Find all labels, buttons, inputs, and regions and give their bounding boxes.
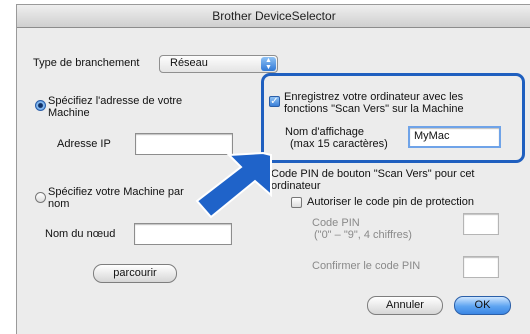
pin-code-hint: ("0" – "9", 4 chiffres) xyxy=(314,229,412,241)
pin-code-input[interactable] xyxy=(463,213,499,235)
dialog-window: Brother DeviceSelector Type de brancheme… xyxy=(16,4,530,334)
pin-protection-checkbox[interactable] xyxy=(291,197,302,208)
pin-confirm-label: Confirmer le code PIN xyxy=(312,260,421,272)
display-name-hint: (max 15 caractères) xyxy=(290,138,388,150)
window-title: Brother DeviceSelector xyxy=(212,9,336,23)
connection-type-select[interactable]: Réseau ▲ ▼ xyxy=(159,55,278,73)
radio-specify-name-label-2: nom xyxy=(48,198,70,210)
radio-specify-address-label-2: Machine xyxy=(48,107,90,119)
display-name-input[interactable]: MyMac xyxy=(408,126,501,148)
checkmark-icon: ✓ xyxy=(270,96,279,107)
connection-type-value: Réseau xyxy=(170,57,208,69)
register-scan-to-label-2: fonctions "Scan Vers" sur la Machine xyxy=(284,103,464,115)
pin-protection-label: Autoriser le code pin de protection xyxy=(307,196,474,208)
display-name-label: Nom d'affichage xyxy=(285,126,364,138)
radio-specify-name[interactable] xyxy=(35,192,46,203)
popup-arrows-icon: ▲ ▼ xyxy=(261,57,276,71)
node-name-input[interactable] xyxy=(134,223,232,245)
pin-code-label: Code PIN xyxy=(312,217,360,229)
radio-specify-address[interactable] xyxy=(35,100,46,111)
register-scan-to-label-1: Enregistrez votre ordinateur avec les xyxy=(284,91,464,103)
pin-confirm-input[interactable] xyxy=(463,256,499,278)
display-name-value: MyMac xyxy=(414,130,450,142)
radio-specify-name-label: Spécifiez votre Machine par xyxy=(48,186,184,198)
radio-specify-address-label: Spécifiez l'adresse de votre xyxy=(48,95,183,107)
pin-heading-1: Code PIN de bouton "Scan Vers" pour cet xyxy=(271,168,475,180)
register-scan-to-checkbox[interactable]: ✓ xyxy=(269,96,280,107)
browse-button[interactable]: parcourir xyxy=(93,264,177,283)
pin-heading-2: ordinateur xyxy=(271,180,321,192)
node-name-label: Nom du nœud xyxy=(45,228,116,240)
connection-type-label: Type de branchement xyxy=(33,57,140,69)
ip-address-label: Adresse IP xyxy=(57,138,111,150)
cancel-button[interactable]: Annuler xyxy=(367,296,443,315)
pointer-arrow-icon xyxy=(195,151,272,219)
ok-button[interactable]: OK xyxy=(454,296,511,315)
title-bar: Brother DeviceSelector xyxy=(17,5,530,28)
